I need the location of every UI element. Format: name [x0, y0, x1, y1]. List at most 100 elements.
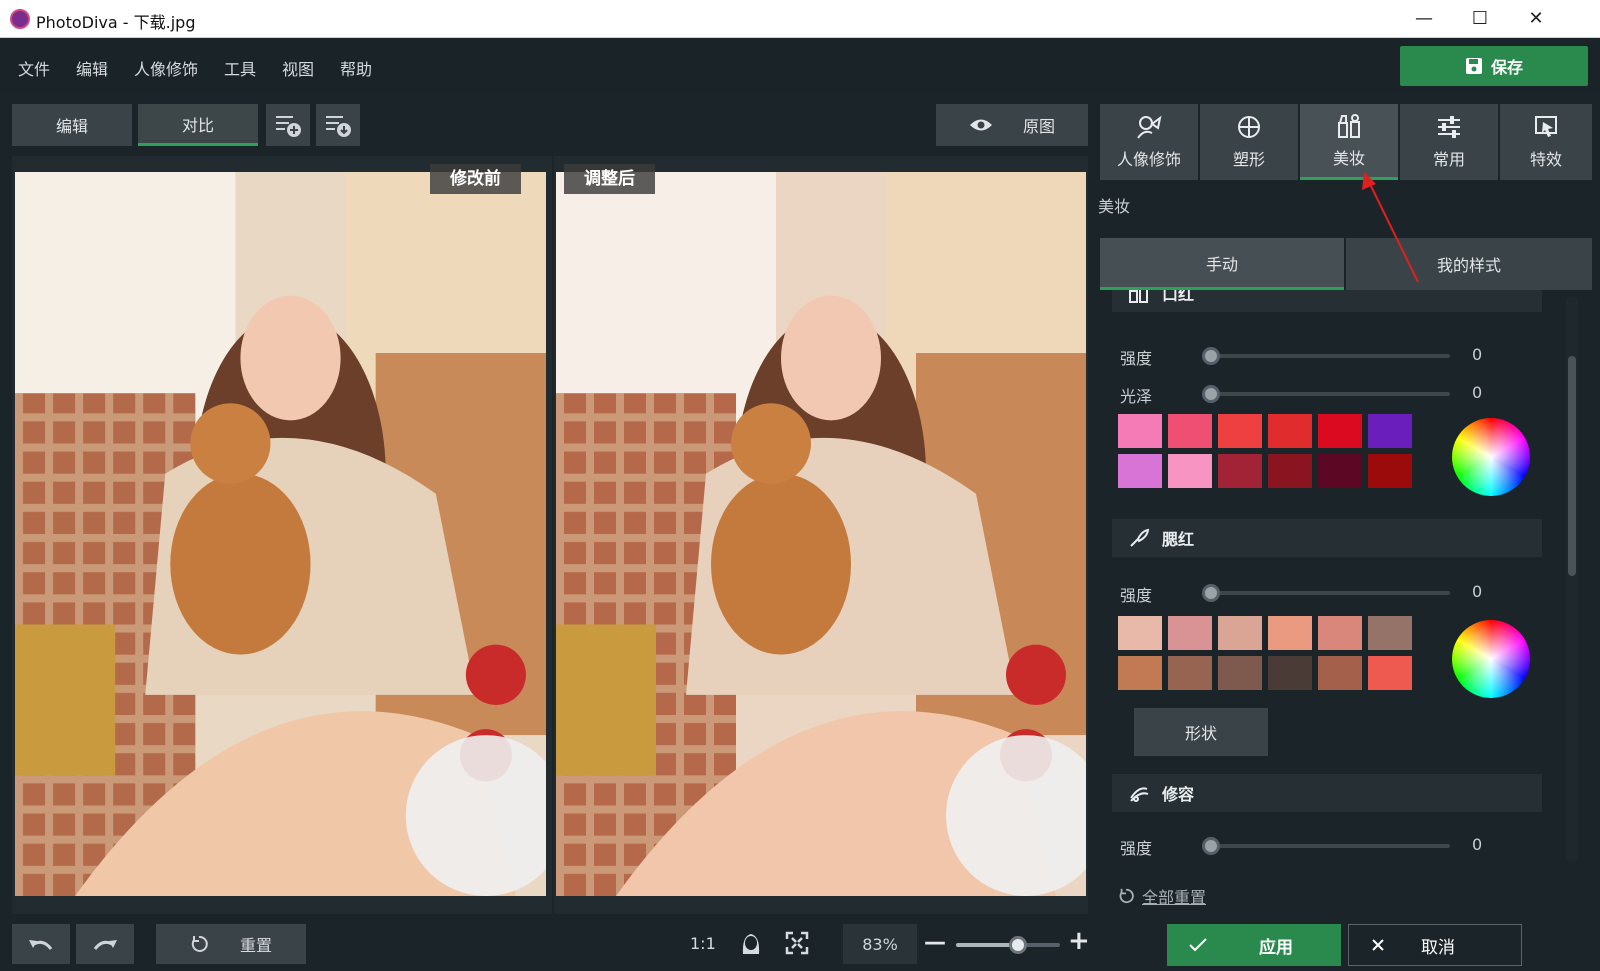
- contour-intensity-slider[interactable]: 强度 0: [1120, 832, 1483, 858]
- slider-track[interactable]: [1210, 844, 1450, 848]
- slider-knob[interactable]: [1202, 347, 1220, 365]
- tab-common[interactable]: 常用: [1400, 104, 1498, 180]
- panel-scrollbar[interactable]: [1566, 296, 1578, 862]
- slider-track[interactable]: [1210, 591, 1450, 595]
- lipstick-gloss-slider[interactable]: 光泽 0: [1120, 380, 1482, 406]
- close-icon: [1372, 939, 1384, 951]
- zoom-level[interactable]: 83%: [843, 924, 917, 964]
- lipstick-color-swatch[interactable]: [1218, 454, 1262, 488]
- tab-reshape[interactable]: 塑形: [1200, 104, 1298, 180]
- photodiva-window: PhotoDiva - 下载.jpg — ☐ ✕ 文件 编辑 人像修饰 工具 视…: [0, 0, 1600, 971]
- zoom-out-button[interactable]: —: [924, 930, 946, 955]
- portrait-icon: [1137, 115, 1162, 139]
- preset-download-button[interactable]: [316, 104, 360, 146]
- floppy-icon: [1465, 58, 1482, 74]
- maximize-button[interactable]: ☐: [1452, 0, 1508, 38]
- lipstick-color-swatch[interactable]: [1118, 454, 1162, 488]
- face-detect-button[interactable]: [738, 930, 764, 956]
- lipstick-color-swatch[interactable]: [1168, 414, 1212, 448]
- undo-button[interactable]: [12, 924, 70, 964]
- fit-screen-icon: [785, 931, 809, 955]
- fit-screen-button[interactable]: [784, 930, 810, 956]
- edit-mode-button[interactable]: 编辑: [12, 104, 132, 146]
- blush-color-swatch[interactable]: [1368, 656, 1412, 690]
- blush-color-swatch[interactable]: [1168, 616, 1212, 650]
- subtab-manual[interactable]: 手动: [1100, 238, 1344, 290]
- compare-mode-button[interactable]: 对比: [138, 104, 258, 146]
- lipstick-color-swatch[interactable]: [1168, 454, 1212, 488]
- blush-color-swatch[interactable]: [1368, 616, 1412, 650]
- contour-header[interactable]: 修容: [1112, 774, 1542, 812]
- tab-portrait[interactable]: 人像修饰: [1100, 104, 1198, 180]
- subtab-my-styles[interactable]: 我的样式: [1346, 238, 1592, 290]
- makeup-controls: 口红 强度 0 光泽 0 腮红 强度 0 形状 修容 强度 0: [1098, 290, 1558, 874]
- tab-label: 塑形: [1232, 150, 1265, 169]
- window-title: PhotoDiva - 下载.jpg: [36, 13, 196, 32]
- tab-makeup[interactable]: 美妆: [1300, 104, 1398, 180]
- lipstick-color-swatch[interactable]: [1368, 414, 1412, 448]
- lipstick-color-swatch[interactable]: [1318, 454, 1362, 488]
- show-original-button[interactable]: 原图: [936, 104, 1088, 146]
- close-window-button[interactable]: ✕: [1508, 0, 1564, 38]
- lipstick-title: 口红: [1162, 290, 1195, 304]
- reset-all-icon: [1119, 888, 1134, 904]
- reset-button[interactable]: 重置: [156, 924, 306, 964]
- blush-header[interactable]: 腮红: [1112, 519, 1542, 557]
- blush-color-swatch[interactable]: [1218, 656, 1262, 690]
- zoom-slider[interactable]: [956, 936, 1060, 954]
- menu-portrait[interactable]: 人像修饰: [134, 56, 198, 80]
- menu-file[interactable]: 文件: [18, 56, 50, 80]
- lipstick-color-swatch[interactable]: [1118, 414, 1162, 448]
- reset-all-link[interactable]: 全部重置: [1118, 884, 1206, 908]
- preset-add-button[interactable]: [266, 104, 310, 146]
- redo-button[interactable]: [76, 924, 134, 964]
- blush-shape-button[interactable]: 形状: [1134, 708, 1268, 756]
- slider-label: 强度: [1120, 839, 1153, 858]
- cancel-button[interactable]: 取消: [1348, 924, 1522, 966]
- minimize-button[interactable]: —: [1396, 0, 1452, 38]
- after-photo: [556, 172, 1086, 896]
- slider-knob[interactable]: [1202, 385, 1220, 403]
- menu-edit[interactable]: 编辑: [76, 56, 108, 80]
- actual-size-button[interactable]: 1:1: [690, 934, 716, 953]
- slider-label: 强度: [1120, 349, 1153, 368]
- save-button[interactable]: 保存: [1400, 46, 1588, 86]
- reset-all-label: 全部重置: [1142, 888, 1207, 907]
- lipstick-icon: [1129, 290, 1148, 303]
- lipstick-color-swatch[interactable]: [1268, 454, 1312, 488]
- blush-color-swatch[interactable]: [1168, 656, 1212, 690]
- lipstick-color-swatch[interactable]: [1368, 454, 1412, 488]
- slider-value: 0: [1472, 345, 1483, 364]
- lipstick-header[interactable]: 口红: [1112, 290, 1542, 312]
- slider-knob[interactable]: [1202, 837, 1220, 855]
- show-original-label: 原图: [1022, 117, 1055, 136]
- eye-icon: [969, 119, 992, 131]
- slider-track[interactable]: [1210, 354, 1450, 358]
- lipstick-color-swatch[interactable]: [1218, 414, 1262, 448]
- apply-button[interactable]: 应用: [1167, 924, 1341, 966]
- blush-color-swatch[interactable]: [1218, 616, 1262, 650]
- blush-color-swatch[interactable]: [1118, 656, 1162, 690]
- preset-add-icon: [276, 116, 301, 137]
- blush-color-swatch[interactable]: [1318, 656, 1362, 690]
- blush-color-swatch[interactable]: [1268, 656, 1312, 690]
- blush-color-wheel-icon[interactable]: [1452, 620, 1530, 698]
- blush-intensity-slider[interactable]: 强度 0: [1120, 579, 1482, 605]
- lipstick-color-swatch[interactable]: [1318, 414, 1362, 448]
- scrollbar-thumb[interactable]: [1568, 356, 1576, 576]
- blush-color-swatch[interactable]: [1268, 616, 1312, 650]
- lipstick-intensity-slider[interactable]: 强度 0: [1120, 342, 1483, 368]
- tab-effects[interactable]: 特效: [1500, 104, 1592, 180]
- menu-view[interactable]: 视图: [282, 56, 314, 80]
- slider-track[interactable]: [1210, 392, 1450, 396]
- menu-tools[interactable]: 工具: [224, 56, 256, 80]
- zoom-slider-knob[interactable]: [1009, 936, 1028, 954]
- slider-value: 0: [1472, 835, 1483, 854]
- zoom-in-button[interactable]: +: [1068, 926, 1090, 956]
- lipstick-color-swatch[interactable]: [1268, 414, 1312, 448]
- blush-color-swatch[interactable]: [1118, 616, 1162, 650]
- blush-color-swatch[interactable]: [1318, 616, 1362, 650]
- slider-knob[interactable]: [1202, 584, 1220, 602]
- lipstick-color-wheel-icon[interactable]: [1452, 418, 1530, 496]
- menu-help[interactable]: 帮助: [340, 56, 372, 80]
